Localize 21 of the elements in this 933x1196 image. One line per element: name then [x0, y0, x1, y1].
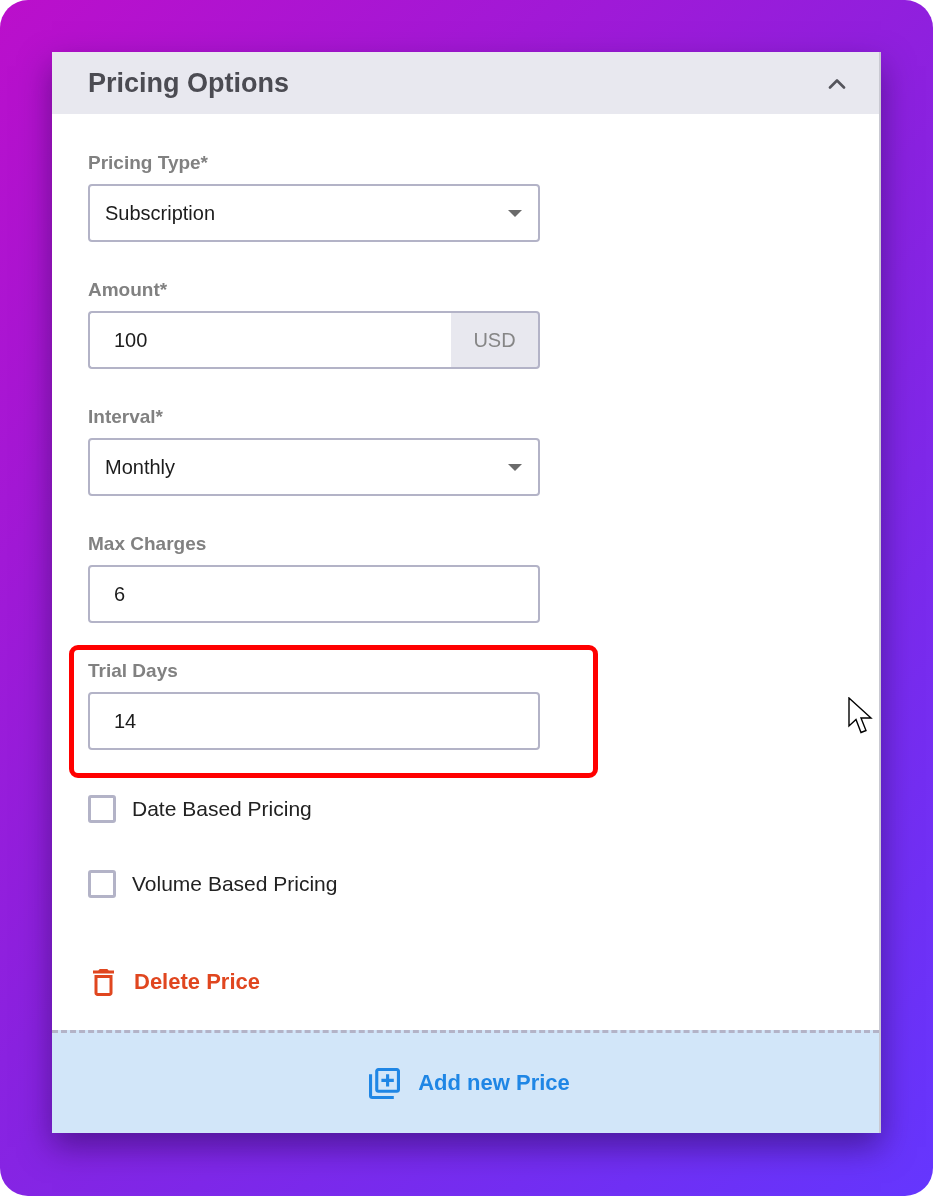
- caret-icon: [508, 209, 522, 217]
- checkbox[interactable]: [88, 795, 116, 823]
- dropdown[interactable]: Monthly: [88, 438, 540, 496]
- checkbox[interactable]: [88, 870, 116, 898]
- field-label: Amount*: [88, 279, 168, 301]
- caret-icon: [508, 463, 522, 471]
- delete-price-button[interactable]: Delete Price: [93, 968, 260, 996]
- checkbox-label[interactable]: Volume Based Pricing: [132, 872, 338, 896]
- chevron-up-icon[interactable]: [828, 77, 846, 89]
- field-label: Max Charges: [88, 533, 207, 555]
- input-field[interactable]: 6: [88, 565, 540, 623]
- checkbox-label[interactable]: Date Based Pricing: [132, 797, 312, 821]
- field-label: Interval*: [88, 406, 163, 428]
- dropdown[interactable]: Subscription: [88, 184, 540, 242]
- input-field[interactable]: 14: [88, 692, 540, 750]
- field-label: Pricing Type*: [88, 152, 208, 174]
- section-title: Pricing Options: [88, 67, 289, 99]
- mouse-pointer-icon: [848, 697, 873, 735]
- field-label: Trial Days: [88, 660, 178, 682]
- add-copy-icon: [369, 1067, 401, 1099]
- trash-icon: [93, 968, 114, 996]
